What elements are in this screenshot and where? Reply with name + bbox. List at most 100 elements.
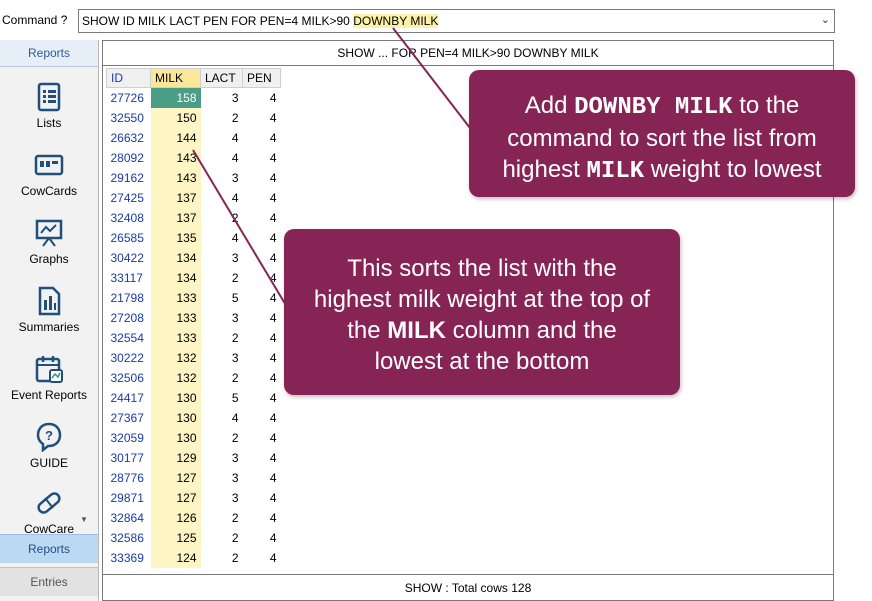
cell-lact[interactable]: 3 (201, 88, 243, 108)
cell-id[interactable]: 24417 (107, 388, 151, 408)
cell-pen[interactable]: 4 (243, 428, 281, 448)
cell-id[interactable]: 30422 (107, 248, 151, 268)
table-row[interactable]: 29871 127 3 4 (107, 487, 281, 508)
cell-milk[interactable]: 124 (150, 547, 201, 568)
cell-pen[interactable]: 4 (243, 308, 281, 328)
cell-lact[interactable]: 3 (201, 448, 243, 468)
cell-id[interactable]: 32059 (107, 428, 151, 448)
cell-lact[interactable]: 3 (201, 168, 243, 188)
cell-lact[interactable]: 4 (201, 188, 243, 208)
cell-pen[interactable]: 4 (243, 268, 281, 288)
cell-lact[interactable]: 2 (201, 368, 243, 388)
cell-id[interactable]: 32506 (107, 368, 151, 388)
table-row[interactable]: 27425 137 4 4 (107, 187, 281, 208)
cell-lact[interactable]: 3 (201, 348, 243, 368)
cell-pen[interactable]: 4 (243, 108, 281, 128)
cell-milk[interactable]: 143 (150, 147, 201, 168)
table-row[interactable]: 32864 126 2 4 (107, 507, 281, 528)
cell-pen[interactable]: 4 (243, 408, 281, 428)
cell-pen[interactable]: 4 (243, 548, 281, 568)
command-input[interactable]: SHOW ID MILK LACT PEN FOR PEN=4 MILK>90 … (78, 9, 835, 33)
cell-milk[interactable]: 127 (150, 467, 201, 488)
scroll-down-icon[interactable]: ▼ (80, 515, 88, 524)
table-row[interactable]: 32408 137 2 4 (107, 207, 281, 228)
cell-pen[interactable]: 4 (243, 168, 281, 188)
reports-button[interactable]: Reports (0, 534, 98, 563)
cell-lact[interactable]: 2 (201, 328, 243, 348)
cell-pen[interactable]: 4 (243, 128, 281, 148)
sidebar-item-summaries[interactable]: Summaries (0, 286, 98, 334)
cell-lact[interactable]: 3 (201, 308, 243, 328)
cell-id[interactable]: 33117 (107, 268, 151, 288)
cell-id[interactable]: 27208 (107, 308, 151, 328)
cell-lact[interactable]: 4 (201, 228, 243, 248)
cell-id[interactable]: 32864 (107, 508, 151, 528)
column-header-pen[interactable]: PEN (242, 68, 281, 88)
cell-pen[interactable]: 4 (243, 328, 281, 348)
cell-id[interactable]: 30177 (107, 448, 151, 468)
cell-id[interactable]: 21798 (107, 288, 151, 308)
table-row[interactable]: 27367 130 4 4 (107, 407, 281, 428)
cell-id[interactable]: 32408 (107, 208, 151, 228)
cell-milk[interactable]: 137 (150, 207, 201, 228)
cell-milk[interactable]: 126 (150, 507, 201, 528)
cell-pen[interactable]: 4 (243, 508, 281, 528)
cell-id[interactable]: 30222 (107, 348, 151, 368)
cell-pen[interactable]: 4 (243, 188, 281, 208)
cell-pen[interactable]: 4 (243, 388, 281, 408)
cell-milk[interactable]: 127 (150, 487, 201, 508)
sidebar-item-event-reports[interactable]: Event Reports (0, 354, 98, 402)
cell-id[interactable]: 29871 (107, 488, 151, 508)
table-row[interactable]: 30222 132 3 4 (107, 347, 281, 368)
table-row[interactable]: 32506 132 2 4 (107, 367, 281, 388)
cell-id[interactable]: 33369 (107, 548, 151, 568)
table-row[interactable]: 21798 133 5 4 (107, 287, 281, 308)
cell-id[interactable]: 27726 (107, 88, 151, 108)
entries-button[interactable]: Entries (0, 567, 98, 596)
cell-lact[interactable]: 3 (201, 488, 243, 508)
cell-lact[interactable]: 2 (201, 548, 243, 568)
cell-lact[interactable]: 5 (201, 288, 243, 308)
cell-id[interactable]: 29162 (107, 168, 151, 188)
cell-id[interactable]: 26632 (107, 128, 151, 148)
cell-pen[interactable]: 4 (243, 88, 281, 108)
cell-pen[interactable]: 4 (243, 368, 281, 388)
table-row[interactable]: 27208 133 3 4 (107, 307, 281, 328)
cell-pen[interactable]: 4 (243, 208, 281, 228)
command-text[interactable]: SHOW ID MILK LACT PEN FOR PEN=4 MILK>90 … (82, 14, 439, 28)
cell-pen[interactable]: 4 (243, 448, 281, 468)
cell-milk[interactable]: 130 (150, 427, 201, 448)
cell-milk[interactable]: 133 (150, 327, 201, 348)
cell-milk[interactable]: 130 (150, 387, 201, 408)
column-header-id[interactable]: ID (106, 68, 151, 88)
table-row[interactable]: 30422 134 3 4 (107, 247, 281, 268)
cell-lact[interactable]: 4 (201, 128, 243, 148)
column-header-milk[interactable]: MILK (150, 68, 201, 88)
cell-milk[interactable]: 158 (150, 87, 201, 108)
cell-lact[interactable]: 3 (201, 248, 243, 268)
table-row[interactable]: 32586 125 2 4 (107, 527, 281, 548)
table-row[interactable]: 32554 133 2 4 (107, 327, 281, 348)
cell-lact[interactable]: 2 (201, 508, 243, 528)
cell-id[interactable]: 27425 (107, 188, 151, 208)
sidebar-item-guide[interactable]: ? GUIDE (0, 422, 98, 470)
chevron-down-icon[interactable]: ⌄ (821, 13, 830, 26)
cell-milk[interactable]: 132 (150, 367, 201, 388)
sidebar-item-lists[interactable]: Lists (0, 82, 98, 130)
cell-id[interactable]: 27367 (107, 408, 151, 428)
cell-milk[interactable]: 137 (150, 187, 201, 208)
cell-pen[interactable]: 4 (243, 228, 281, 248)
cell-milk[interactable]: 130 (150, 407, 201, 428)
cell-pen[interactable]: 4 (243, 348, 281, 368)
table-row[interactable]: 29162 143 3 4 (107, 167, 281, 188)
cell-milk[interactable]: 150 (150, 107, 201, 128)
cell-lact[interactable]: 4 (201, 148, 243, 168)
cell-milk[interactable]: 132 (150, 347, 201, 368)
cell-milk[interactable]: 134 (150, 247, 201, 268)
cell-id[interactable]: 32550 (107, 108, 151, 128)
cell-pen[interactable]: 4 (243, 288, 281, 308)
table-row[interactable]: 26632 144 4 4 (107, 127, 281, 148)
cell-milk[interactable]: 133 (150, 287, 201, 308)
cell-lact[interactable]: 2 (201, 108, 243, 128)
cell-pen[interactable]: 4 (243, 248, 281, 268)
